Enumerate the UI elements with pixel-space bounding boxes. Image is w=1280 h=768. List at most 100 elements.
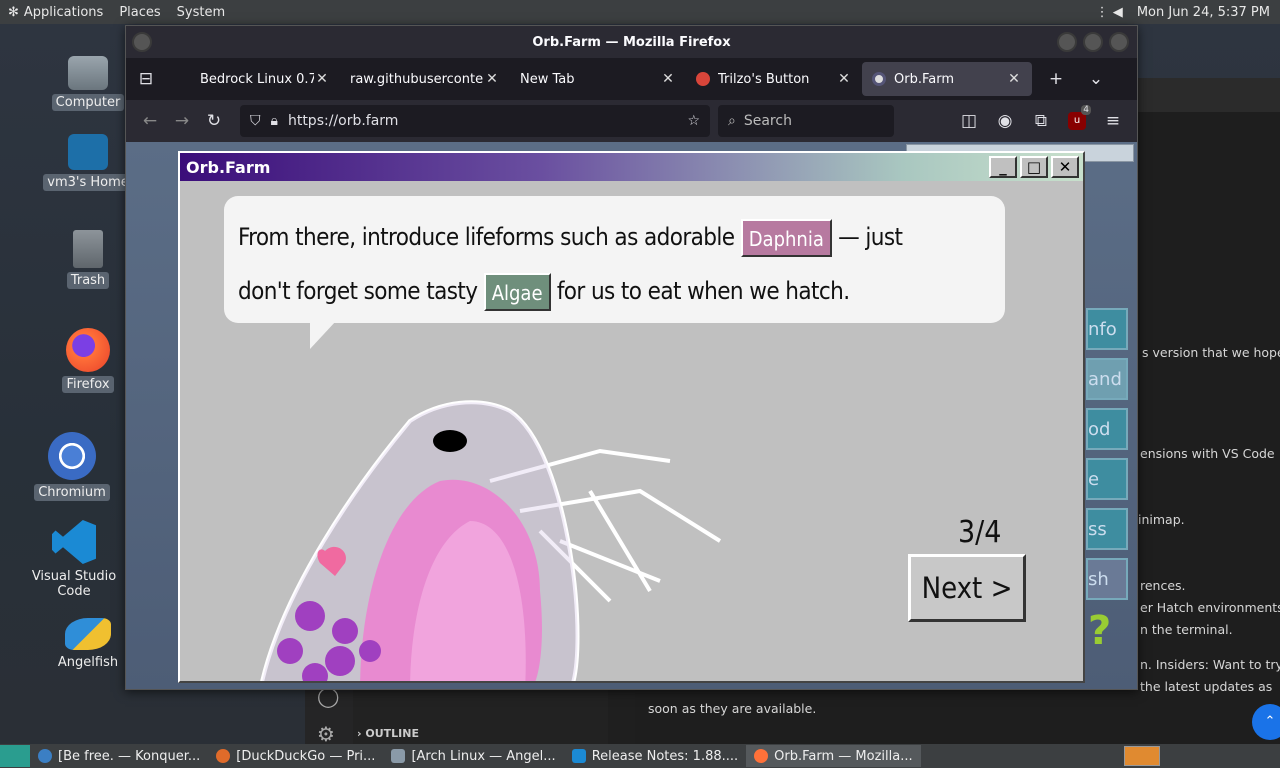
extensions-puzzle-icon[interactable]: ⧉ — [1025, 105, 1057, 137]
bookmark-star-icon[interactable]: ☆ — [687, 113, 700, 129]
applications-menu[interactable]: ✻ Applications — [0, 5, 111, 20]
doc-line: n. Insiders: Want to try — [1140, 657, 1280, 672]
tab-favicon-icon — [872, 72, 886, 86]
close-tab-icon[interactable]: ✕ — [836, 71, 852, 87]
hamburger-menu-icon[interactable]: ≡ — [1097, 105, 1129, 137]
tracking-shield-icon[interactable]: ⛉ — [250, 113, 261, 129]
search-bar[interactable]: ⌕ Search — [718, 105, 894, 137]
help-question-icon[interactable]: ? — [1088, 608, 1111, 654]
firefox-view-icon[interactable]: ⊟ — [132, 63, 160, 95]
taskbar-item-label: [Arch Linux — Angel... — [411, 748, 556, 764]
tab-orb-farm[interactable]: Orb.Farm ✕ — [862, 62, 1032, 96]
firefox-titlebar: Orb.Farm — Mozilla Firefox — [126, 26, 1137, 58]
maximize-icon[interactable]: □ — [1020, 156, 1048, 178]
maximize-window-button[interactable] — [1083, 32, 1103, 52]
desktop-icon-vscode[interactable]: Visual Studio Code — [24, 520, 124, 600]
workspace-switcher[interactable] — [1124, 746, 1160, 766]
tab-raw-github[interactable]: raw.githubusercontent. ✕ — [340, 62, 510, 96]
daphnia-chip[interactable]: Daphnia — [740, 219, 832, 257]
orb-side-button-info[interactable]: nfo — [1086, 308, 1128, 350]
back-arrow-icon[interactable]: ← — [134, 105, 166, 137]
side-button-label: sh — [1088, 568, 1109, 590]
window-menu-button[interactable] — [132, 32, 152, 52]
url-text[interactable]: https://orb.farm — [288, 113, 677, 129]
doc-line: soon as they are available. — [648, 701, 817, 716]
speech-bubble: From there, introduce lifeforms such as … — [224, 196, 1005, 323]
orb-farm-window[interactable]: Orb.Farm _ □ ✕ From there, introduce lif… — [178, 151, 1085, 683]
next-button[interactable]: Next > — [908, 554, 1026, 622]
account-icon[interactable]: ◉ — [989, 105, 1021, 137]
volume-icon[interactable]: ⋮ ◀ — [1096, 5, 1123, 20]
desktop-icon-label: vm3's Home — [43, 174, 133, 191]
tab-new-tab[interactable]: New Tab ✕ — [510, 62, 686, 96]
tab-title: New Tab — [520, 71, 575, 87]
forward-arrow-icon[interactable]: → — [166, 105, 198, 137]
desktop-icon-label: Trash — [66, 272, 110, 289]
close-tab-icon[interactable]: ✕ — [314, 71, 330, 87]
taskbar-item-duckduckgo[interactable]: [DuckDuckGo — Pri... — [208, 745, 383, 767]
side-button-label: and — [1088, 368, 1122, 390]
firefox-icon — [66, 328, 110, 372]
desktop-icon-computer[interactable]: Computer — [38, 50, 138, 111]
orb-side-button-grass[interactable]: ss — [1086, 508, 1128, 550]
lock-icon[interactable]: 🔒︎ — [271, 113, 278, 129]
taskbar-item-firefox[interactable]: Orb.Farm — Mozilla... — [746, 745, 921, 767]
doc-line: the latest updates as — [1140, 679, 1273, 694]
taskbar-item-label: Release Notes: 1.88.... — [591, 748, 739, 764]
doc-line: ensions with VS Code — [1140, 446, 1275, 461]
desktop-icon-chromium[interactable]: Chromium — [22, 432, 122, 501]
computer-icon — [68, 56, 108, 90]
pocket-icon[interactable]: ◫ — [953, 105, 985, 137]
taskbar: [Be free. — Konquer... [DuckDuckGo — Pri… — [0, 744, 1280, 768]
close-icon[interactable]: ✕ — [1051, 156, 1079, 178]
taskbar-item-label: [DuckDuckGo — Pri... — [236, 748, 376, 764]
ublock-icon[interactable]: u 4 — [1061, 105, 1093, 137]
taskbar-item-konqueror[interactable]: [Be free. — Konquer... — [30, 745, 208, 767]
taskbar-item-label: [Be free. — Konquer... — [58, 748, 201, 764]
close-tab-icon[interactable]: ✕ — [1006, 71, 1022, 87]
taskbar-item-angelfish[interactable]: [Arch Linux — Angel... — [383, 745, 563, 767]
settings-gear-icon[interactable]: ⚙ — [317, 722, 335, 746]
reload-icon[interactable]: ↻ — [198, 105, 230, 137]
clock[interactable]: Mon Jun 24, 5:37 PM — [1137, 5, 1270, 20]
desktop-icon-label: Chromium — [34, 484, 110, 501]
new-tab-plus-icon[interactable]: + — [1040, 63, 1072, 95]
scroll-to-top-button[interactable]: ⌃ — [1252, 704, 1280, 740]
minimize-window-button[interactable] — [1057, 32, 1077, 52]
side-button-label: od — [1088, 418, 1111, 440]
close-tab-icon[interactable]: ✕ — [660, 71, 676, 87]
daphnia-illustration — [260, 400, 722, 681]
tab-trilzos-button[interactable]: Trilzo's Button ✕ — [686, 62, 862, 96]
system-menu[interactable]: System — [169, 5, 233, 20]
taskbar-item-vscode[interactable]: Release Notes: 1.88.... — [564, 745, 746, 767]
close-tab-icon[interactable]: ✕ — [484, 71, 500, 87]
desktop-icon-label: Visual Studio Code — [31, 569, 117, 599]
places-menu[interactable]: Places — [111, 5, 168, 20]
desktop-icon-home[interactable]: vm3's Home — [38, 130, 138, 191]
side-button-label: ss — [1088, 518, 1107, 540]
doc-line: s version that we hope — [1142, 345, 1280, 360]
tab-strip: ⊟ Bedrock Linux 0.7 P ✕ raw.githubuserco… — [126, 58, 1137, 100]
doc-line: n the terminal. — [1140, 622, 1233, 637]
orb-side-button-fish[interactable]: sh — [1086, 558, 1128, 600]
search-placeholder: Search — [743, 113, 792, 129]
desktop-icon-angelfish[interactable]: Angelfish — [38, 612, 138, 671]
orb-side-button-food[interactable]: od — [1086, 408, 1128, 450]
outline-section[interactable]: › OUTLINE — [357, 727, 419, 740]
url-bar[interactable]: ⛉ 🔒︎ https://orb.farm ☆ — [240, 105, 710, 137]
doc-line: er Hatch environments. — [1140, 600, 1280, 615]
orb-side-button-sand[interactable]: and — [1086, 358, 1128, 400]
desktop-icon-trash[interactable]: Trash — [38, 230, 138, 289]
firefox-icon — [754, 749, 769, 763]
close-window-button[interactable] — [1109, 32, 1129, 52]
algae-chip[interactable]: Algae — [483, 273, 551, 311]
desktop-icon-firefox[interactable]: Firefox — [38, 328, 138, 393]
tab-bedrock[interactable]: Bedrock Linux 0.7 P ✕ — [190, 62, 340, 96]
tab-title: Bedrock Linux 0.7 P — [200, 71, 314, 87]
search-icon: ⌕ — [728, 113, 736, 129]
minimize-icon[interactable]: _ — [989, 156, 1017, 178]
orb-side-button-algae[interactable]: e — [1086, 458, 1128, 500]
list-all-tabs-chevron-icon[interactable]: ⌄ — [1080, 63, 1112, 95]
taskbar-item-label: Orb.Farm — Mozilla... — [774, 748, 913, 764]
show-desktop-button[interactable] — [0, 745, 30, 767]
